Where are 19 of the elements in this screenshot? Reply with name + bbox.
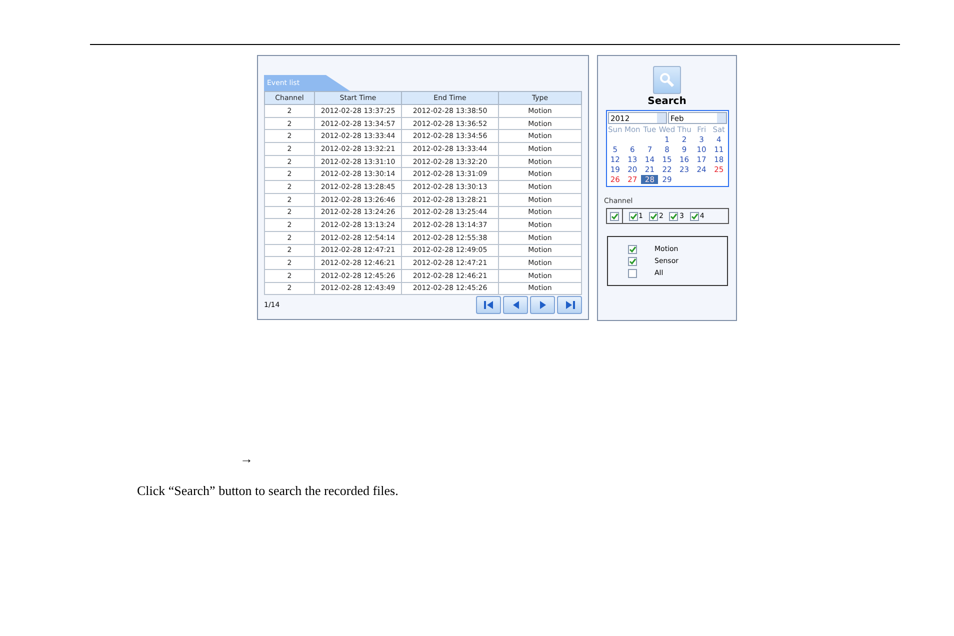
search-icon-button[interactable]: [653, 66, 681, 94]
checkbox[interactable]: [610, 212, 618, 220]
checkbox[interactable]: [669, 212, 678, 220]
search-icon: [659, 72, 675, 88]
instruction-text: Click “Search” button to search the recorded files.: [137, 483, 398, 499]
next-page-button[interactable]: [530, 296, 555, 314]
checkbox[interactable]: [628, 244, 636, 254]
checkbox[interactable]: [628, 268, 636, 278]
first-page-button[interactable]: [476, 296, 501, 314]
arrow-symbol: →: [240, 451, 253, 467]
last-page-icon: [564, 300, 576, 310]
previous-page-button[interactable]: [503, 296, 528, 314]
first-page-icon: [482, 300, 494, 310]
checkbox[interactable]: [690, 212, 699, 220]
last-page-button[interactable]: [557, 296, 582, 314]
search-label: Search: [648, 96, 686, 107]
checkbox[interactable]: [648, 212, 658, 220]
checkbox[interactable]: [628, 256, 636, 266]
checkbox[interactable]: [628, 212, 638, 220]
